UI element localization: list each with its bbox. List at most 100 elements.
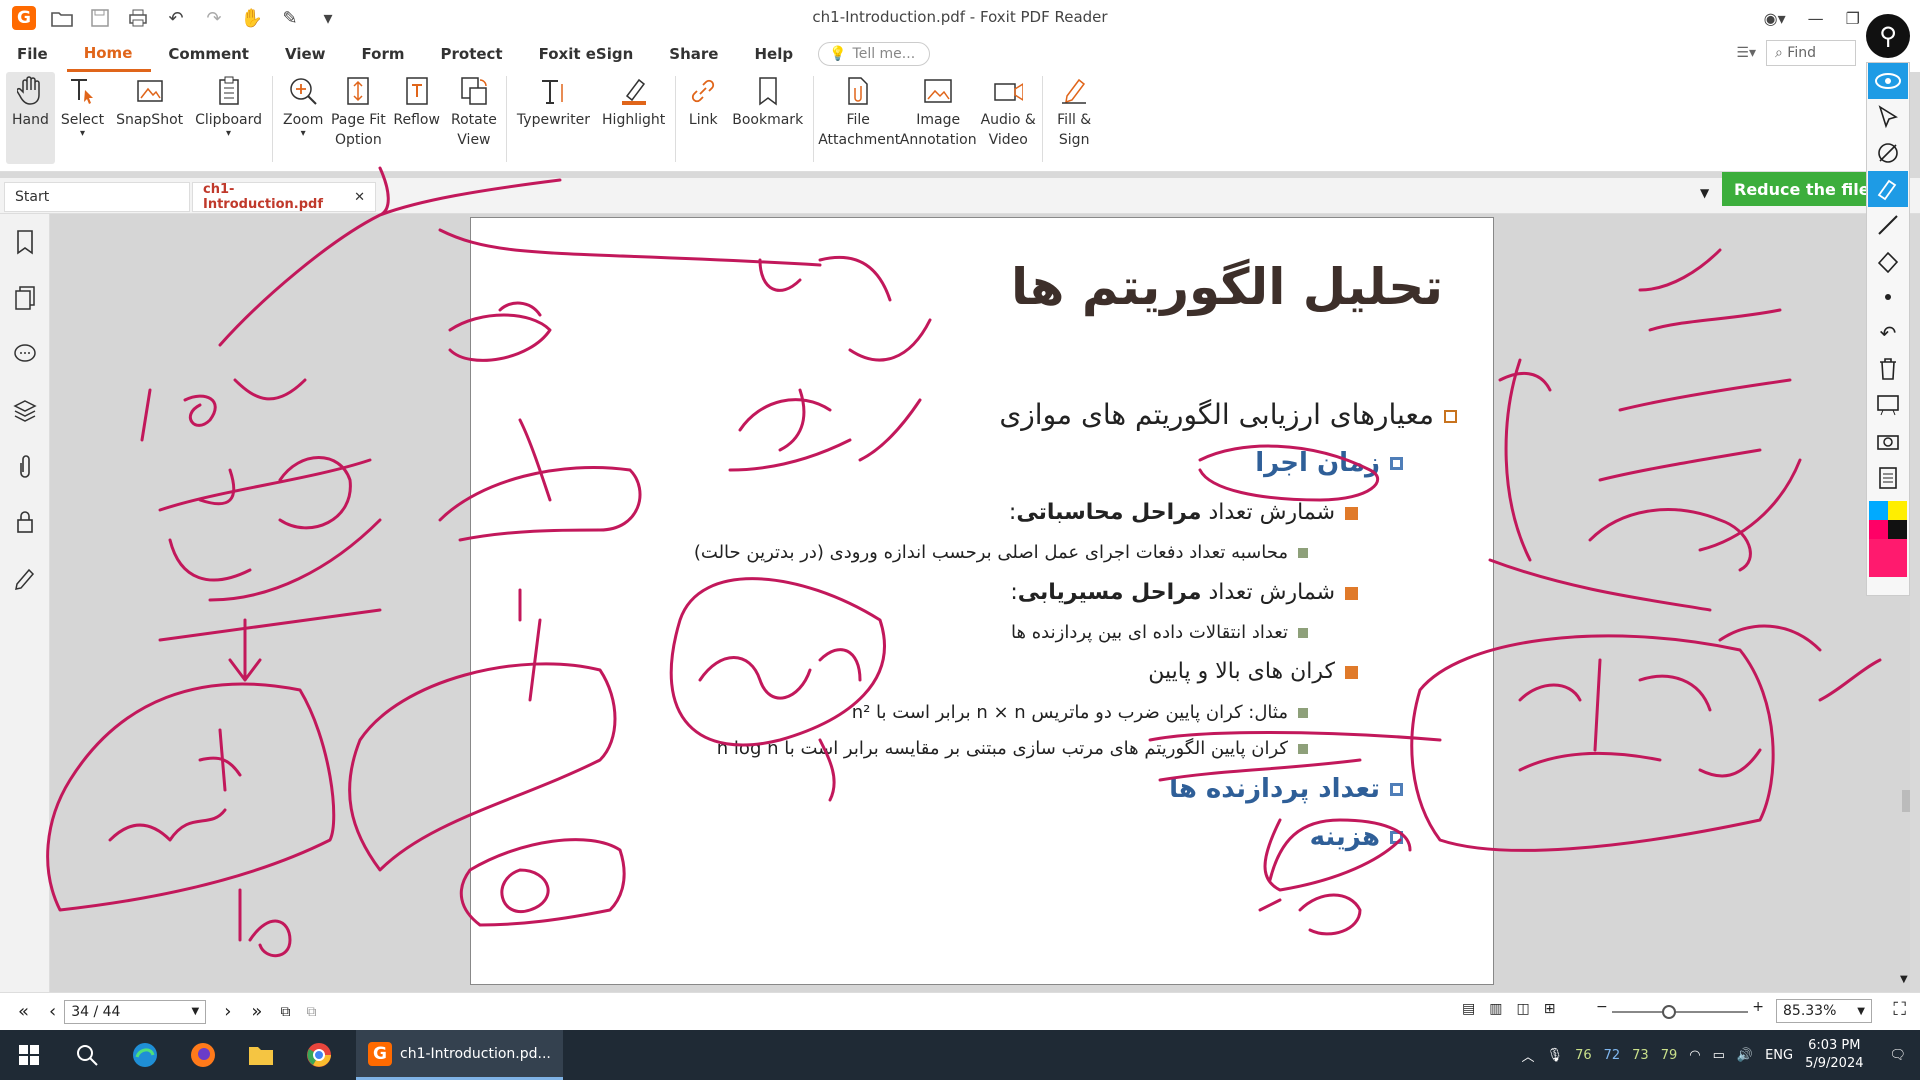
clipboard-ink-icon[interactable]: [1868, 459, 1908, 495]
camera-icon[interactable]: [1868, 423, 1908, 459]
reduce-file-size-button[interactable]: Reduce the file size: [1722, 172, 1880, 206]
system-clock[interactable]: 6:03 PM 5/9/2024: [1805, 1037, 1863, 1073]
tab-start[interactable]: Start: [4, 182, 190, 212]
attachments-panel-icon[interactable]: [0, 438, 50, 494]
fullscreen-icon[interactable]: ⛶: [1893, 999, 1906, 1020]
scrollbar-thumb[interactable]: [1902, 790, 1910, 812]
minimize-icon[interactable]: —: [1808, 9, 1824, 28]
color-swatch-pink[interactable]: [1869, 539, 1907, 577]
link-tool-button[interactable]: Link: [680, 72, 726, 164]
eye-icon[interactable]: [1868, 63, 1908, 99]
taskbar-foxit-app[interactable]: G ch1-Introduction.pd...: [356, 1030, 563, 1080]
ink-app-badge-icon[interactable]: ⚲: [1866, 14, 1910, 58]
hand-tool-button[interactable]: Hand: [6, 72, 55, 164]
restore-icon[interactable]: ❐: [1846, 9, 1860, 28]
single-page-icon[interactable]: ▤: [1462, 1001, 1475, 1017]
bookmark-tool-button[interactable]: Bookmark: [726, 72, 809, 164]
zoom-slider-thumb[interactable]: [1662, 1005, 1676, 1019]
page-layout-icon[interactable]: ⧉: [280, 1004, 290, 1020]
network-icon[interactable]: ▭: [1713, 1048, 1725, 1063]
edge-icon[interactable]: [116, 1030, 174, 1080]
previous-view-icon[interactable]: ⧉: [306, 1004, 316, 1020]
firefox-icon[interactable]: [174, 1030, 232, 1080]
layers-panel-icon[interactable]: [0, 382, 50, 438]
color-swatch-black[interactable]: [1888, 520, 1907, 539]
facing-page-icon[interactable]: ◫: [1516, 1001, 1529, 1017]
snapshot-tool-button[interactable]: SnapShot: [110, 72, 189, 164]
previous-page-icon[interactable]: ‹: [49, 1001, 56, 1022]
trash-icon[interactable]: [1868, 351, 1908, 387]
zoom-in-icon[interactable]: +: [1752, 999, 1764, 1015]
tab-document[interactable]: ch1-Introduction.pdf ✕: [192, 182, 376, 212]
board-icon[interactable]: [1868, 387, 1908, 423]
line-icon[interactable]: [1868, 207, 1908, 243]
file-explorer-icon[interactable]: [232, 1030, 290, 1080]
file-attachment-button[interactable]: File Attachment: [818, 72, 900, 164]
hand-quick-icon[interactable]: ✋: [240, 6, 264, 30]
menu-view[interactable]: View: [268, 36, 345, 72]
menu-form[interactable]: Form: [345, 36, 424, 72]
tell-me-box[interactable]: 💡 Tell me...: [818, 42, 931, 66]
image-annotation-button[interactable]: Image Annotation: [898, 72, 978, 164]
print-icon[interactable]: [126, 6, 150, 30]
security-panel-icon[interactable]: [0, 494, 50, 550]
save-icon[interactable]: [88, 6, 112, 30]
reflow-tool-button[interactable]: Reflow: [387, 72, 446, 164]
zoom-tool-button[interactable]: Zoom ▾: [277, 72, 329, 164]
last-page-icon[interactable]: »: [251, 1001, 262, 1022]
menu-foxit-esign[interactable]: Foxit eSign: [522, 36, 653, 72]
zoom-level-box[interactable]: 85.33% ▼: [1776, 999, 1872, 1023]
customize-chevron-icon[interactable]: ▾: [316, 6, 340, 30]
tray-chevron-icon[interactable]: ︿: [1522, 1046, 1535, 1065]
undo-icon[interactable]: ↶: [164, 6, 188, 30]
zoom-dropdown-icon[interactable]: ▼: [1857, 1006, 1865, 1017]
highlighter-icon[interactable]: [1868, 171, 1908, 207]
tab-list-chevron-icon[interactable]: ▼: [1700, 186, 1709, 200]
highlight-tool-button[interactable]: Highlight: [596, 72, 671, 164]
menu-protect[interactable]: Protect: [424, 36, 522, 72]
pages-panel-icon[interactable]: [0, 270, 50, 326]
select-tool-button[interactable]: Select ▾: [55, 72, 110, 164]
menu-share[interactable]: Share: [652, 36, 737, 72]
zoom-out-icon[interactable]: −: [1596, 999, 1608, 1015]
document-viewer[interactable]: تحلیل الگوریتم ها معیارهای ارزیابی الگور…: [50, 214, 1910, 992]
menu-comment[interactable]: Comment: [151, 36, 268, 72]
scroll-down-icon[interactable]: ▼: [1900, 974, 1908, 985]
find-input[interactable]: ⌕ Find: [1766, 40, 1856, 66]
volume-icon[interactable]: 🔊: [1737, 1048, 1753, 1063]
pen-disabled-icon[interactable]: [1868, 135, 1908, 171]
wifi-icon[interactable]: ◠: [1689, 1048, 1700, 1063]
search-icon[interactable]: [58, 1030, 116, 1080]
color-swatch-cyan[interactable]: [1869, 501, 1888, 520]
windows-start-icon[interactable]: [0, 1030, 58, 1080]
account-icon[interactable]: ◉▾: [1764, 9, 1786, 28]
search-options-icon[interactable]: ☰▾: [1736, 45, 1756, 61]
signature-panel-icon[interactable]: [0, 550, 50, 606]
rotate-view-button[interactable]: Rotate View: [446, 72, 502, 164]
continuous-facing-icon[interactable]: ⊞: [1544, 1001, 1556, 1017]
language-indicator[interactable]: ENG: [1765, 1048, 1793, 1063]
typewriter-tool-button[interactable]: Typewriter: [511, 72, 596, 164]
microphone-icon[interactable]: 🎙: [1547, 1048, 1564, 1063]
clipboard-tool-button[interactable]: Clipboard ▾: [189, 72, 268, 164]
next-page-icon[interactable]: ›: [224, 1001, 231, 1022]
page-number-input[interactable]: 34 / 44 ▼: [64, 999, 207, 1024]
undo-ink-icon[interactable]: ↶: [1868, 315, 1908, 351]
pen-icon[interactable]: ✎: [278, 6, 302, 30]
zoom-slider[interactable]: − +: [1596, 999, 1764, 1019]
eraser-icon[interactable]: [1868, 243, 1908, 279]
page-fit-option-button[interactable]: Page Fit Option: [329, 72, 387, 164]
first-page-icon[interactable]: «: [18, 1001, 29, 1022]
menu-help[interactable]: Help: [737, 36, 812, 72]
menu-home[interactable]: Home: [66, 36, 152, 72]
close-icon[interactable]: ✕: [354, 190, 365, 205]
dot-size-icon[interactable]: [1868, 279, 1908, 315]
page-dropdown-icon[interactable]: ▼: [192, 1006, 200, 1017]
menu-file[interactable]: File: [0, 36, 67, 72]
color-swatch-yellow[interactable]: [1888, 501, 1907, 520]
cursor-icon[interactable]: [1868, 99, 1908, 135]
redo-icon[interactable]: ↷: [202, 6, 226, 30]
comments-panel-icon[interactable]: [0, 326, 50, 382]
open-folder-icon[interactable]: [50, 6, 74, 30]
continuous-page-icon[interactable]: ▥: [1489, 1001, 1502, 1017]
